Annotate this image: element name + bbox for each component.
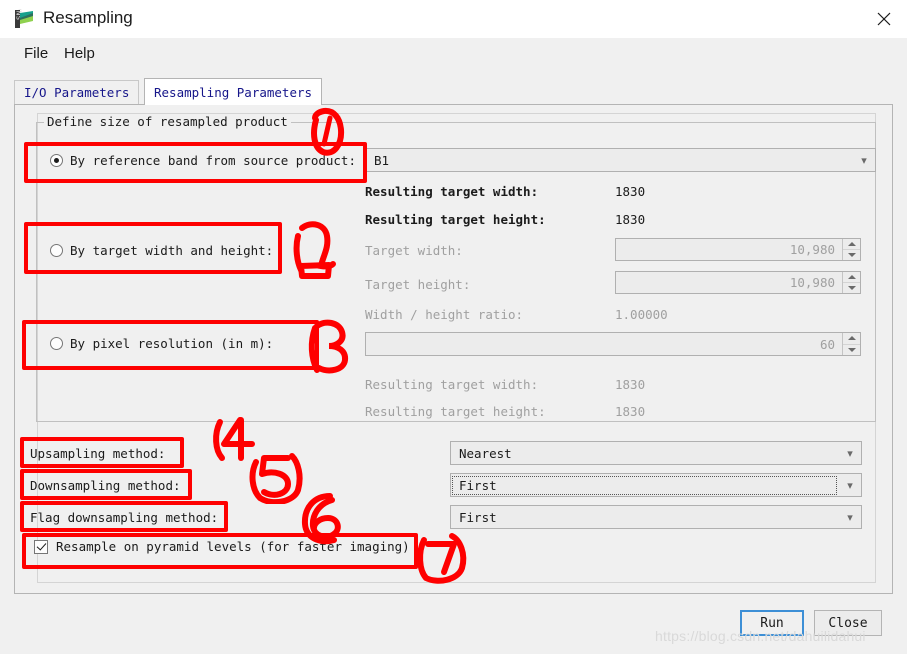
tab-strip: I/O Parameters Resampling Parameters (14, 78, 893, 105)
close-glyph (877, 12, 891, 26)
downsampling-method-combobox[interactable]: First ▾ (450, 473, 862, 497)
chevron-down-icon: ▾ (861, 154, 867, 167)
target-width-spin-buttons[interactable] (842, 239, 860, 260)
chevron-down-icon: ▾ (847, 511, 853, 524)
groupbox-title: Define size of resampled product (44, 114, 291, 129)
watermark: https://blog.csdn.net/dahuilidahui (655, 628, 866, 644)
value-resulting-width-pixel: 1830 (615, 377, 646, 392)
radio-label-target-size: By target width and height: (70, 243, 274, 258)
target-width-value: 10,980 (789, 242, 835, 257)
reference-band-combobox[interactable]: B1 ▾ (365, 148, 876, 172)
label-width-height-ratio: Width / height ratio: (365, 307, 524, 322)
menu-item-help[interactable]: Help (58, 43, 101, 64)
groupbox-border-left (36, 122, 44, 123)
spin-up-icon[interactable] (843, 333, 860, 345)
pixel-resolution-spin-buttons[interactable] (842, 333, 860, 355)
spin-up-icon[interactable] (843, 239, 860, 250)
radio-mark-pixel-resolution[interactable] (50, 337, 63, 350)
radio-by-reference-band[interactable]: By reference band from source product: (50, 153, 356, 168)
resampling-dialog: SNAP Resampling File Help I/O Parameters… (0, 0, 907, 654)
flag-downsampling-method-value: First (459, 509, 497, 525)
spin-down-icon[interactable] (843, 344, 860, 355)
reference-band-value: B1 (374, 152, 390, 168)
target-height-spinner[interactable]: 10,980 (615, 271, 861, 294)
value-width-height-ratio: 1.00000 (615, 307, 668, 322)
spin-up-icon[interactable] (843, 272, 860, 283)
radio-mark-reference-band[interactable] (50, 154, 63, 167)
label-downsampling-method: Downsampling method: (30, 478, 181, 493)
value-resulting-height-pixel: 1830 (615, 404, 646, 419)
radio-by-target-size[interactable]: By target width and height: (50, 243, 273, 258)
radio-label-pixel-resolution: By pixel resolution (in m): (70, 336, 274, 351)
chevron-down-icon: ▾ (847, 447, 853, 460)
flag-downsampling-method-combobox[interactable]: First ▾ (450, 505, 862, 529)
radio-label-reference-band: By reference band from source product: (70, 153, 356, 168)
tab-resampling-parameters[interactable]: Resampling Parameters (144, 78, 323, 105)
label-target-height: Target height: (365, 277, 471, 292)
menu-item-file[interactable]: File (18, 43, 54, 64)
target-height-value: 10,980 (789, 275, 835, 290)
pixel-resolution-spinner[interactable]: 60 (365, 332, 861, 356)
spin-down-icon[interactable] (843, 250, 860, 260)
groupbox-border-right (268, 122, 876, 123)
window-title: Resampling (43, 8, 133, 27)
snap-app-icon: SNAP (14, 9, 34, 29)
value-resulting-width-ref: 1830 (615, 184, 646, 199)
target-width-spinner[interactable]: 10,980 (615, 238, 861, 261)
title-bar: SNAP Resampling (0, 0, 907, 38)
tab-io-parameters[interactable]: I/O Parameters (14, 80, 140, 104)
upsampling-method-value: Nearest (459, 445, 512, 461)
chevron-down-icon: ▾ (847, 479, 853, 492)
radio-mark-target-size[interactable] (50, 244, 63, 257)
label-resulting-height-pixel: Resulting target height: (365, 404, 546, 419)
menu-bar: File Help (0, 38, 907, 70)
upsampling-method-combobox[interactable]: Nearest ▾ (450, 441, 862, 465)
label-target-width: Target width: (365, 243, 463, 258)
close-icon[interactable] (861, 0, 907, 38)
spin-down-icon[interactable] (843, 283, 860, 293)
label-resulting-width-ref: Resulting target width: (365, 184, 539, 199)
check-mark-pyramid[interactable] (34, 539, 48, 554)
label-resulting-height-ref: Resulting target height: (365, 212, 546, 227)
value-resulting-height-ref: 1830 (615, 212, 646, 227)
resample-pyramid-checkbox[interactable]: Resample on pyramid levels (for faster i… (34, 539, 410, 554)
label-upsampling-method: Upsampling method: (30, 446, 166, 461)
pixel-resolution-value: 60 (819, 336, 835, 352)
target-height-spin-buttons[interactable] (842, 272, 860, 293)
label-flag-downsampling-method: Flag downsampling method: (30, 510, 219, 525)
label-resulting-width-pixel: Resulting target width: (365, 377, 539, 392)
radio-by-pixel-resolution[interactable]: By pixel resolution (in m): (50, 336, 273, 351)
downsampling-method-value: First (452, 475, 837, 495)
check-label-pyramid: Resample on pyramid levels (for faster i… (56, 539, 410, 554)
